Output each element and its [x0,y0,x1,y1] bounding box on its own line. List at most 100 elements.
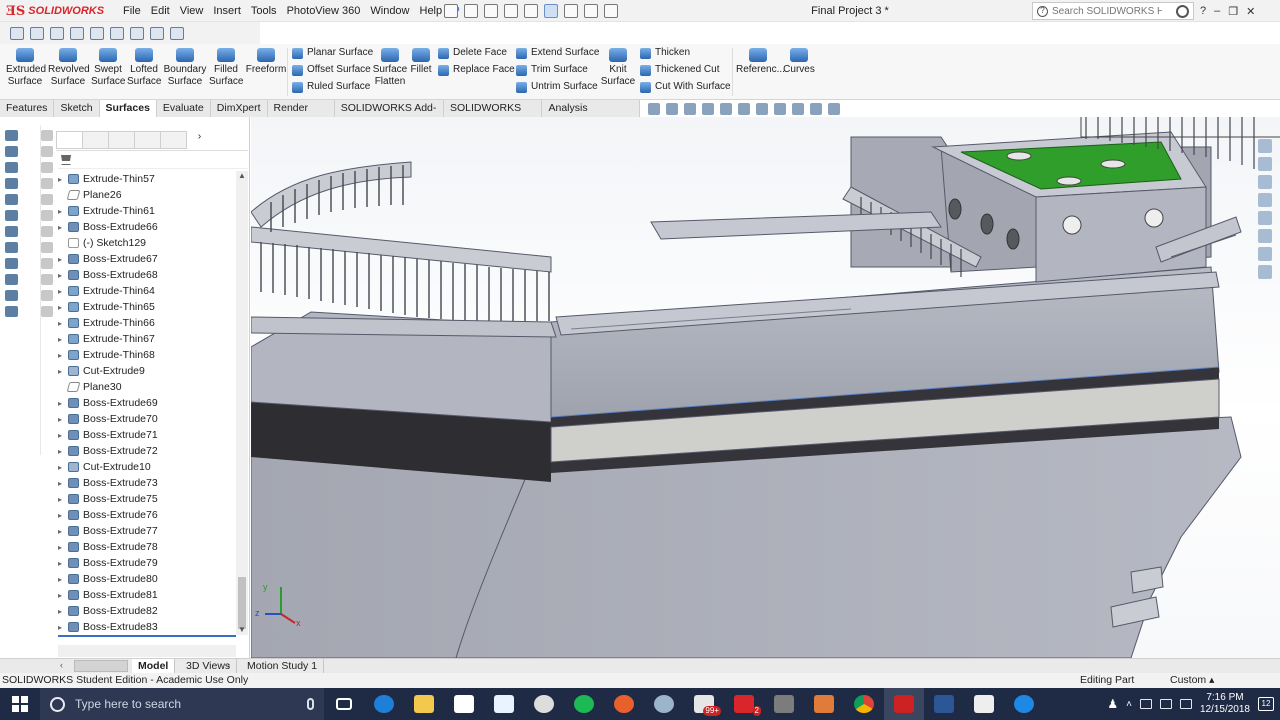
save-icon[interactable] [484,4,498,18]
tree-item[interactable]: ▸ Boss-Extrude75 [58,491,236,507]
context-icon[interactable] [41,130,53,141]
hide-show-icon[interactable] [130,26,144,40]
tab-model[interactable]: Model [132,659,176,673]
delete-face-button[interactable]: Delete Face [438,46,507,60]
context-icon[interactable] [41,274,53,285]
expand-arrow-icon[interactable]: ▸ [58,255,68,264]
pdf-button[interactable] [764,688,804,720]
tool-icon[interactable] [5,306,18,317]
rebuild-icon[interactable] [50,26,64,40]
context-icon[interactable] [41,242,53,253]
tabs-overflow-arrow-icon[interactable]: › [186,131,213,149]
tree-item[interactable]: ▸ Extrude-Thin64 [58,283,236,299]
graphics-area[interactable]: y z x [251,117,1280,658]
mail-button[interactable]: 99+ [684,688,724,720]
context-icon[interactable] [41,306,53,317]
tree-item[interactable]: Plane30 [58,379,236,395]
display-style-icon[interactable] [90,26,104,40]
browser-button[interactable] [644,688,684,720]
feature-manager-tab-icon[interactable] [56,131,83,149]
untrim-surface-button[interactable]: Untrim Surface [516,80,598,94]
swept-surface-button[interactable]: Swept Surface [91,48,125,88]
menu-help[interactable]: Help [415,0,448,22]
task-view-button[interactable] [324,688,364,720]
tree-vertical-scrollbar[interactable]: ▲ ▼ [236,171,248,635]
tab-surfaces[interactable]: Surfaces [99,100,157,117]
tab-sketch[interactable]: Sketch [54,100,100,117]
thicken-button[interactable]: Thicken [640,46,690,60]
filled-surface-button[interactable]: Filled Surface [209,48,243,88]
expand-arrow-icon[interactable]: ▸ [58,591,68,600]
tree-item[interactable]: ▸ Cut-Extrude10 [58,459,236,475]
ruled-surface-button[interactable]: Ruled Surface [292,80,370,94]
word-button[interactable] [924,688,964,720]
tree-item[interactable]: ▸ Extrude-Thin65 [58,299,236,315]
lofted-surface-button[interactable]: Lofted Surface [127,48,161,88]
forum-icon[interactable] [1258,265,1272,279]
open-icon[interactable] [464,4,478,18]
dimxpert-manager-tab-icon[interactable] [134,131,161,149]
display-manager-tab-icon[interactable] [160,131,187,149]
section-view-icon[interactable] [110,26,124,40]
solidworks-taskbar-button[interactable] [884,688,924,720]
expand-arrow-icon[interactable]: ▸ [58,479,68,488]
context-icon[interactable] [41,226,53,237]
context-icon[interactable] [41,194,53,205]
help-search-box[interactable]: ? [1032,2,1194,20]
tree-item[interactable]: ▸ Boss-Extrude66 [58,219,236,235]
scroll-thumb[interactable] [238,577,246,629]
expand-arrow-icon[interactable]: ▸ [58,303,68,312]
knit-surface-button[interactable]: Knit Surface [600,48,636,88]
show-hidden-icons-icon[interactable]: ˄ [1126,699,1132,710]
expand-arrow-icon[interactable]: ▸ [58,463,68,472]
tab-dimxpert[interactable]: DimXpert [211,100,268,117]
tool-icon[interactable] [5,290,18,301]
hide-show-items-icon[interactable] [774,102,786,115]
volume-icon[interactable] [1179,699,1192,709]
expand-arrow-icon[interactable]: ▸ [58,495,68,504]
view-orientation-icon[interactable] [738,102,750,115]
dynamic-annotation-icon[interactable] [720,102,732,115]
tab-analysis-preparation[interactable]: Analysis Preparation [542,100,641,131]
tool-icon[interactable] [5,162,18,173]
menu-window[interactable]: Window [365,0,414,22]
tree-item[interactable]: ▸ Boss-Extrude73 [58,475,236,491]
expand-arrow-icon[interactable]: ▸ [58,335,68,344]
tab-evaluate[interactable]: Evaluate [157,100,211,117]
store-button[interactable] [444,688,484,720]
expand-arrow-icon[interactable]: ▸ [58,175,68,184]
tree-item[interactable]: (-) Sketch129 [58,235,236,251]
menu-photoview[interactable]: PhotoView 360 [282,0,366,22]
planar-surface-button[interactable]: Planar Surface [292,46,373,60]
menu-view[interactable]: View [175,0,209,22]
tree-item[interactable]: ▸ Extrude-Thin57 [58,171,236,187]
app-button[interactable] [604,688,644,720]
expand-arrow-icon[interactable]: ▸ [58,223,68,232]
tree-item[interactable]: ▸ Extrude-Thin61 [58,203,236,219]
expand-arrow-icon[interactable]: ▸ [58,351,68,360]
close-button[interactable]: ✕ [1246,5,1255,18]
new-document-icon[interactable] [444,4,458,18]
expand-arrow-icon[interactable]: ▸ [58,319,68,328]
tab-motion-study-1[interactable]: Motion Study 1 [241,659,325,673]
tab-3d-views[interactable]: 3D Views [180,659,238,673]
reference-geometry-button[interactable]: Referenc... [736,48,785,76]
design-library-icon[interactable] [1258,175,1272,189]
file-properties-icon[interactable] [584,4,598,18]
offset-surface-button[interactable]: Offset Surface [292,63,371,77]
context-icon[interactable] [41,290,53,301]
spotify-button[interactable] [564,688,604,720]
expand-arrow-icon[interactable]: ▸ [58,527,68,536]
property-manager-tab-icon[interactable] [82,131,109,149]
ship-model-render[interactable] [251,117,1280,658]
tool-icon[interactable] [5,242,18,253]
surface-flatten-button[interactable]: Surface Flatten [372,48,408,88]
context-icon[interactable] [41,258,53,269]
select-icon[interactable] [544,4,558,18]
expand-arrow-icon[interactable]: ▸ [58,271,68,280]
tree-item[interactable]: ▸ Boss-Extrude67 [58,251,236,267]
appearance-icon[interactable] [150,26,164,40]
expand-arrow-icon[interactable]: ▸ [58,431,68,440]
menu-insert[interactable]: Insert [208,0,246,22]
chrome-button[interactable] [844,688,884,720]
